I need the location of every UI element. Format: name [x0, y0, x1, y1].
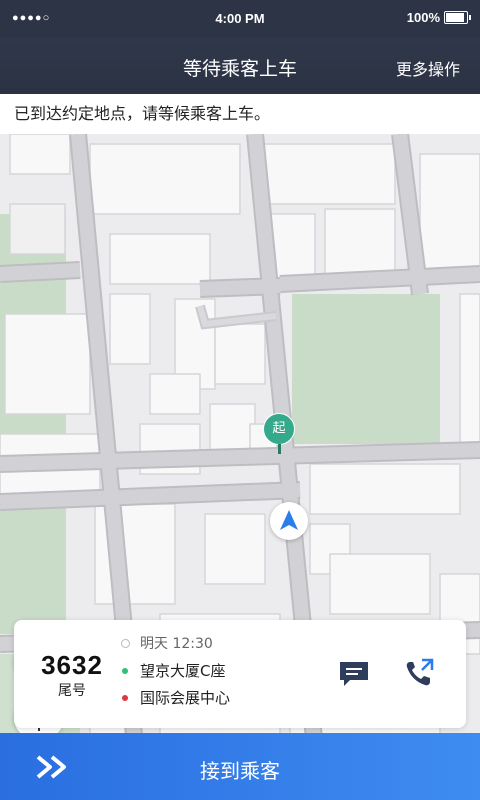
pickup-marker-label: 起 — [263, 413, 295, 445]
battery-indicator: 100% — [406, 10, 471, 25]
call-passenger-button[interactable] — [402, 656, 438, 690]
tail-number: 3632 — [41, 650, 103, 680]
park-area — [292, 294, 440, 444]
pickup-location: 望京大厦C座 — [140, 662, 226, 680]
message-passenger-button[interactable] — [336, 658, 372, 690]
trip-details: 明天 12:30 望京大厦C座 国际会展中心 — [120, 634, 340, 715]
pickup-dot-icon — [122, 668, 128, 674]
pickup-marker[interactable]: 起 — [263, 413, 295, 454]
order-card: 3632 尾号 明天 12:30 望京大厦C座 国际会展中心 — [14, 620, 466, 728]
phone-icon — [406, 658, 434, 686]
status-bar: ●●●●○ 4:00 PM 100% — [0, 0, 480, 38]
battery-icon — [444, 11, 471, 24]
dropoff-location-row: 国际会展中心 — [120, 688, 340, 715]
pickup-time: 明天 12:30 — [140, 636, 213, 652]
picked-up-passenger-button[interactable]: 接到乘客 — [0, 733, 480, 800]
battery-percent: 100% — [406, 10, 440, 25]
pickup-location-row: 望京大厦C座 — [120, 661, 340, 688]
dropoff-dot-icon — [122, 695, 128, 701]
chat-icon — [340, 662, 368, 686]
current-location-arrow-icon — [270, 502, 308, 540]
pickup-time-row: 明天 12:30 — [120, 634, 340, 661]
nav-bar: 等待乘客上车 更多操作 — [0, 38, 480, 94]
dropoff-location: 国际会展中心 — [140, 689, 231, 707]
picked-up-passenger-label: 接到乘客 — [200, 759, 280, 783]
arrival-notice: 已到达约定地点，请等候乘客上车。 — [0, 94, 480, 134]
tail-number-label: 尾号 — [58, 683, 86, 699]
clock-icon — [121, 639, 130, 648]
more-actions-button[interactable]: 更多操作 — [396, 56, 460, 80]
